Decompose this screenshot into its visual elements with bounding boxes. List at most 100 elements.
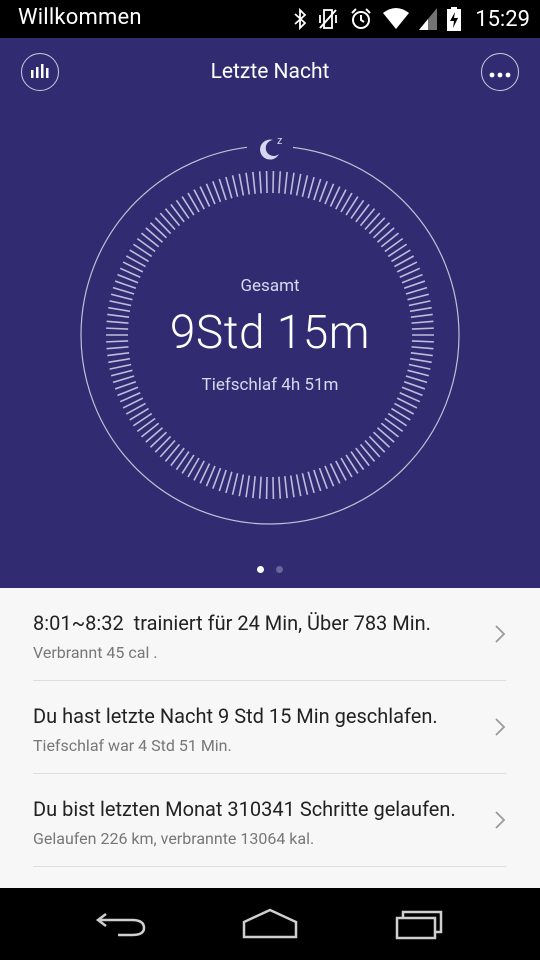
gauge-tick xyxy=(380,232,400,248)
gauge-tick xyxy=(368,217,386,235)
gauge-tick xyxy=(376,427,395,443)
gauge-tick xyxy=(359,443,376,462)
gauge-tick xyxy=(212,467,222,489)
gauge-tick xyxy=(359,208,376,227)
gauge-tick xyxy=(245,172,251,195)
wifi-icon xyxy=(383,8,410,30)
gauge-tick xyxy=(164,208,181,227)
gauge-tick xyxy=(368,435,386,453)
sleep-summary-panel[interactable]: Letzte Nacht z Gesamt 9Std 15m Tiefschla… xyxy=(0,38,540,588)
gauge-tick xyxy=(170,203,185,223)
gauge-tick xyxy=(218,469,227,492)
gauge-tick xyxy=(145,427,164,443)
page-indicator xyxy=(0,566,540,573)
gauge-tick xyxy=(109,300,132,307)
gauge-tick xyxy=(154,217,172,235)
gauge-tick xyxy=(318,181,328,203)
total-label: Gesamt xyxy=(240,276,300,296)
gauge-tick xyxy=(238,474,245,497)
gauge-tick xyxy=(258,171,262,194)
feed-item-subtitle: Tiefschlaf war 4 Std 51 Min. xyxy=(33,736,232,755)
gauge-tick xyxy=(284,476,288,499)
gauge-tick xyxy=(245,475,251,498)
bluetooth-icon xyxy=(293,7,307,31)
feed-item-subtitle: Verbrannt 45 cal . xyxy=(33,643,158,662)
gauge-tick xyxy=(289,475,295,498)
gauge-tick xyxy=(159,439,176,458)
gauge-tick xyxy=(145,227,164,243)
gauge-tick xyxy=(384,417,404,433)
gauge-tick xyxy=(212,181,222,203)
chevron-right-icon xyxy=(494,810,506,834)
gauge-tick xyxy=(380,422,400,438)
chevron-right-icon xyxy=(494,624,506,648)
status-time: 15:29 xyxy=(475,6,530,32)
gauge-tick xyxy=(231,175,239,197)
gauge-tick xyxy=(218,178,227,201)
gauge-tick xyxy=(284,171,288,194)
gauge-tick xyxy=(140,232,160,248)
gauge-tick xyxy=(313,178,322,201)
home-icon xyxy=(242,908,298,939)
gauge-tick xyxy=(355,203,370,223)
status-bar: Willkommen 15:29 xyxy=(0,0,540,38)
status-bar-title: Willkommen xyxy=(18,5,142,30)
gauge-tick xyxy=(318,467,328,489)
recents-button[interactable] xyxy=(393,904,449,944)
gauge-tick xyxy=(384,237,404,253)
page-dot-2[interactable] xyxy=(276,566,283,573)
gauge-tick xyxy=(355,447,370,467)
feed-item[interactable]: 8:01~8:32 trainiert für 24 Min, Über 783… xyxy=(33,588,506,681)
gauge-tick xyxy=(408,363,431,370)
gauge-tick xyxy=(231,473,239,495)
chevron-right-icon xyxy=(494,717,506,741)
gauge-tick xyxy=(295,173,302,196)
gauge-tick xyxy=(372,222,391,239)
gauge-tick xyxy=(170,447,185,467)
gauge-tick xyxy=(364,212,381,231)
signal-icon xyxy=(419,8,438,30)
page-dot-1[interactable] xyxy=(257,566,264,573)
activity-feed: 8:01~8:32 trainiert für 24 Min, Über 783… xyxy=(0,588,540,888)
gauge-tick xyxy=(225,471,233,494)
gauge-tick xyxy=(307,471,315,494)
gauge-tick xyxy=(295,474,302,497)
feed-item-title: Du bist letzten Monat 310341 Schritte ge… xyxy=(33,797,456,821)
gauge-tick xyxy=(313,469,322,492)
gauge-tick xyxy=(278,476,282,499)
gauge-tick xyxy=(372,431,391,448)
gauge-tick xyxy=(289,172,295,195)
alarm-icon xyxy=(349,7,373,31)
gauge-tick xyxy=(164,443,181,462)
deep-sleep-text: Tiefschlaf 4h 51m xyxy=(201,375,339,395)
total-sleep-value: 9Std 15m xyxy=(169,306,371,360)
gauge-tick xyxy=(376,227,395,243)
gauge-tick xyxy=(140,422,160,438)
gauge-tick xyxy=(136,417,156,433)
vibrate-off-icon xyxy=(317,7,339,31)
gauge-tick xyxy=(149,222,168,239)
gauge-tick xyxy=(252,171,256,194)
feed-item[interactable]: Du hast letzte Nacht 9 Std 15 Min geschl… xyxy=(33,681,506,774)
gauge-tick xyxy=(307,176,315,199)
feed-item-title: Du hast letzte Nacht 9 Std 15 Min geschl… xyxy=(33,704,438,728)
gauge-tick xyxy=(109,363,132,370)
feed-item-title: 8:01~8:32 trainiert für 24 Min, Über 783… xyxy=(33,611,431,635)
gauge-tick xyxy=(252,476,256,499)
gauge-tick xyxy=(301,473,309,495)
system-nav-bar xyxy=(0,888,540,960)
recents-icon xyxy=(395,910,443,940)
gauge-tick xyxy=(408,300,431,307)
feed-item-subtitle: Gelaufen 226 km, verbrannte 13064 kal. xyxy=(33,829,315,848)
gauge-tick xyxy=(159,212,176,231)
gauge-tick xyxy=(225,176,233,199)
home-button[interactable] xyxy=(241,904,299,944)
back-button[interactable] xyxy=(92,904,148,944)
gauge-tick xyxy=(301,175,309,197)
feed-item[interactable]: Du bist letzten Monat 310341 Schritte ge… xyxy=(33,774,506,867)
moon-sleep-icon: z xyxy=(255,132,287,168)
gauge-tick xyxy=(154,435,172,453)
gauge-tick xyxy=(149,431,168,448)
status-icons: 15:29 xyxy=(293,4,530,34)
gauge-tick xyxy=(136,237,156,253)
